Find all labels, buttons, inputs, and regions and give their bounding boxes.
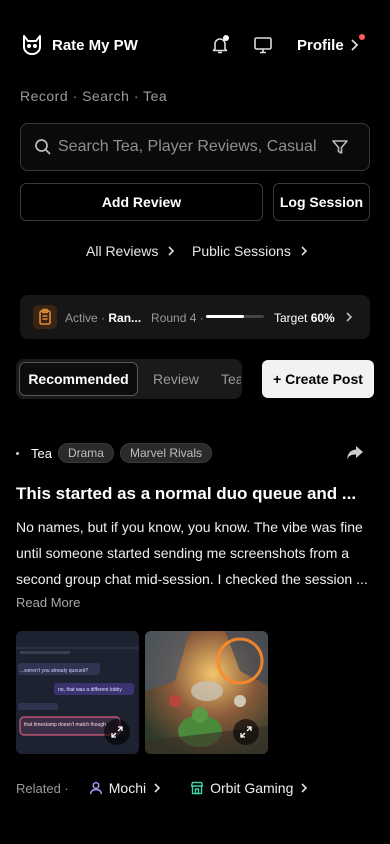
chevron-right-icon [152, 782, 162, 794]
profile-link[interactable]: Profile [297, 37, 344, 54]
session-summary: Active · Ran... Round 4 · [65, 311, 204, 325]
post-title[interactable]: This started as a normal duo queue and .… [16, 484, 376, 504]
post-category[interactable]: Tea [31, 446, 52, 461]
create-post-button[interactable]: + Create Post [262, 360, 374, 398]
session-status: Active · [65, 311, 106, 325]
related-org-link[interactable]: Orbit Gaming [190, 780, 309, 796]
session-round: Round 4 · [151, 311, 204, 325]
chat-snippet-2: no, that was a different lobby [58, 687, 122, 693]
chat-screenshot-image[interactable]: ...weren't you already queued? no, that … [16, 631, 139, 754]
tag-drama[interactable]: Drama [57, 443, 114, 463]
public-sessions-label: Public Sessions [192, 243, 291, 259]
notification-dot [223, 35, 229, 41]
chevron-right-icon[interactable] [347, 37, 361, 53]
tab-tea[interactable]: Tea [221, 371, 241, 387]
post-body-line: No names, but if you know, you know. The… [16, 519, 363, 535]
related-label: Related · [16, 780, 69, 796]
session-target: Target 60% [274, 311, 335, 325]
clipboard-icon [33, 305, 57, 329]
related-user-link[interactable]: Mochi [89, 780, 162, 796]
chat-snippet-3: that timestamp doesn't match though [24, 722, 106, 728]
all-reviews-link[interactable]: All Reviews [86, 243, 176, 259]
related-user-name: Mochi [108, 780, 147, 796]
related-org-name: Orbit Gaming [210, 780, 294, 796]
expand-icon[interactable] [104, 719, 130, 745]
related-row: Related · Mochi Orbit Gaming [16, 780, 309, 796]
expand-icon[interactable] [233, 719, 259, 745]
profile-notification-dot [359, 34, 365, 40]
share-icon[interactable] [346, 445, 364, 461]
breadcrumb: Record · Search · Tea [20, 88, 168, 104]
log-session-button[interactable]: Log Session [273, 183, 370, 221]
storefront-icon [190, 781, 204, 795]
bullet-dot [16, 451, 19, 455]
all-reviews-label: All Reviews [86, 243, 159, 259]
monitor-icon[interactable] [253, 35, 273, 55]
target-label: Target [274, 311, 308, 325]
chevron-right-icon [299, 782, 309, 794]
tab-review[interactable]: Review [153, 371, 199, 387]
target-value: 60% [310, 311, 335, 325]
chevron-right-icon [166, 245, 176, 257]
post-body-line: until someone started sending me screens… [16, 545, 350, 561]
session-name: Ran... [108, 311, 142, 325]
app-title[interactable]: Rate My PW [52, 37, 138, 54]
post-body: No names, but if you know, you know. The… [16, 514, 376, 592]
post-body-line: second group chat mid-session. I checked… [16, 571, 368, 587]
cat-logo-icon[interactable] [20, 33, 44, 57]
search-input[interactable] [58, 128, 320, 166]
tab-recommended[interactable]: Recommended [19, 362, 138, 396]
add-review-button[interactable]: Add Review [20, 183, 263, 221]
post-meta: Tea Drama Marvel Rivals [16, 443, 212, 463]
chat-snippet-1: ...weren't you already queued? [20, 668, 88, 674]
search-icon [34, 138, 52, 156]
game-screenshot-image[interactable] [145, 631, 268, 754]
read-more-link[interactable]: Read More [16, 595, 80, 610]
chevron-right-icon [299, 245, 309, 257]
filter-icon[interactable] [331, 138, 349, 156]
tag-marvel-rivals[interactable]: Marvel Rivals [119, 443, 212, 463]
chevron-right-icon[interactable] [344, 311, 354, 323]
session-progress-fill [206, 315, 244, 318]
public-sessions-link[interactable]: Public Sessions [192, 243, 309, 259]
user-icon [89, 781, 103, 795]
